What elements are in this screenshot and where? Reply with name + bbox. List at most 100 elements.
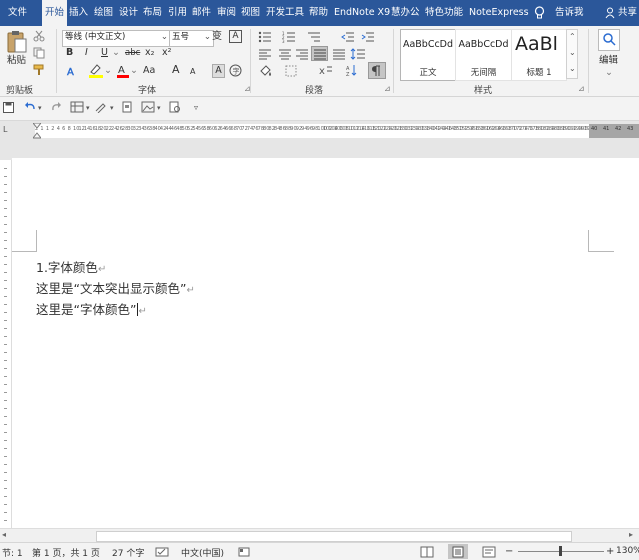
document-page[interactable] (12, 158, 639, 528)
change-case-button[interactable]: Aa (143, 64, 155, 78)
tab-endnote[interactable]: EndNote X9 (334, 0, 390, 26)
highlight-color-icon[interactable] (88, 63, 104, 78)
pinyin-guide-button[interactable]: 变 (212, 30, 222, 44)
image-icon[interactable] (141, 101, 155, 113)
undo-dropdown-icon[interactable]: ▾ (38, 104, 42, 112)
tab-help[interactable]: 帮助 (309, 0, 328, 26)
shading-icon[interactable] (259, 64, 273, 78)
align-center-icon[interactable] (278, 48, 292, 60)
zoom-slider-thumb[interactable] (559, 546, 562, 556)
tab-view[interactable]: 视图 (241, 0, 260, 26)
redo-icon[interactable] (50, 101, 62, 113)
sort-icon[interactable]: AZ (346, 64, 358, 77)
zoom-in-button[interactable]: + (606, 546, 614, 557)
bold-button[interactable]: B (66, 46, 73, 60)
zoom-out-button[interactable]: − (505, 546, 513, 557)
distributed-icon[interactable] (332, 48, 346, 60)
draw-icon[interactable] (94, 101, 108, 113)
style-no-spacing[interactable]: AaBbCcDd 无间隔 (455, 29, 512, 81)
find-icon[interactable] (598, 29, 620, 51)
tab-selector[interactable]: L (3, 125, 7, 134)
shrink-font-button[interactable]: A (190, 65, 195, 79)
subscript-button[interactable]: x₂ (145, 46, 154, 60)
proofing-icon[interactable] (155, 547, 169, 557)
horizontal-scrollbar[interactable]: ◂ ▸ (0, 528, 639, 542)
language-indicator[interactable]: 中文(中国) (181, 546, 224, 559)
text-effects-icon[interactable]: A (66, 65, 78, 77)
print-preview-icon[interactable] (169, 101, 181, 113)
font-family-select[interactable]: 等线 (中文正文) ⌄ (62, 30, 171, 47)
tab-file[interactable]: 文件 (8, 0, 27, 26)
styles-scroll[interactable]: ⌃ ⌄ ⌄ (566, 29, 578, 79)
dropdown-icon[interactable]: ▾ (86, 104, 90, 112)
decrease-indent-icon[interactable] (341, 31, 355, 43)
line-spacing-icon[interactable] (350, 48, 366, 60)
numbering-icon[interactable]: 123 (282, 31, 296, 43)
customize-qat-icon[interactable]: ▿ (194, 103, 198, 112)
paste-button[interactable]: 粘贴 (7, 54, 26, 68)
web-layout-icon[interactable] (482, 546, 496, 558)
tab-design[interactable]: 设计 (119, 0, 138, 26)
tab-special[interactable]: 特色功能 (425, 0, 463, 26)
superscript-button[interactable]: x² (162, 46, 171, 60)
first-line-indent-marker[interactable] (33, 123, 41, 139)
tab-mailings[interactable]: 邮件 (192, 0, 211, 26)
asian-layout-icon[interactable]: x (319, 64, 333, 77)
quick-table-icon[interactable] (70, 101, 84, 113)
tab-developer[interactable]: 开发工具 (266, 0, 304, 26)
tab-home[interactable]: 开始 (42, 0, 68, 26)
tab-layout[interactable]: 布局 (143, 0, 162, 26)
dialog-launcher-icon[interactable]: ⊿ (578, 84, 585, 93)
grow-font-button[interactable]: A (172, 63, 180, 77)
enclosed-char-icon[interactable]: 字 (229, 64, 242, 77)
paste-icon[interactable] (6, 30, 28, 54)
format-painter-icon[interactable] (33, 64, 45, 76)
style-heading-1[interactable]: AaBl 标题 1 (511, 29, 567, 81)
paragraph-2[interactable]: 这里是“文本突出显示颜色”↵ (36, 278, 195, 297)
page-icon[interactable] (121, 101, 133, 113)
tell-me-box[interactable]: 告诉我 (555, 0, 584, 26)
justify-icon[interactable] (311, 46, 328, 61)
tab-insert[interactable]: 插入 (69, 0, 88, 26)
strikethrough-button[interactable]: abc (125, 46, 140, 60)
zoom-level[interactable]: 130% (616, 546, 639, 556)
lightbulb-icon[interactable] (534, 6, 545, 20)
tab-review[interactable]: 审阅 (217, 0, 236, 26)
tab-draw[interactable]: 绘图 (94, 0, 113, 26)
bullets-icon[interactable] (258, 31, 272, 43)
dropdown-icon[interactable]: ▾ (110, 104, 114, 112)
tab-noteexpress[interactable]: NoteExpress (469, 0, 529, 26)
dialog-launcher-icon[interactable]: ⊿ (384, 84, 391, 93)
share-button[interactable]: 共享 (618, 0, 637, 26)
font-color-dropdown-icon[interactable]: ⌄ (130, 64, 138, 78)
word-count[interactable]: 27 个字 (112, 546, 144, 559)
section-indicator[interactable]: 节: 1 (2, 546, 23, 559)
align-left-icon[interactable] (258, 48, 272, 60)
paragraph-1[interactable]: 1.字体颜色↵ (36, 257, 106, 276)
save-icon[interactable] (3, 102, 14, 113)
read-mode-icon[interactable] (420, 546, 434, 558)
chevron-down-icon[interactable]: ⌄ (605, 66, 613, 80)
font-color-icon[interactable]: A (116, 63, 130, 78)
scroll-thumb[interactable] (96, 531, 572, 542)
tab-huibangong[interactable]: 慧办公 (391, 0, 420, 26)
char-border-button[interactable]: A (229, 30, 242, 43)
char-shading-button[interactable]: A (212, 64, 225, 78)
borders-icon[interactable] (285, 65, 297, 77)
underline-dropdown-icon[interactable]: ⌄ (112, 46, 120, 60)
highlight-dropdown-icon[interactable]: ⌄ (104, 64, 112, 78)
page-indicator[interactable]: 第 1 页，共 1 页 (32, 546, 100, 559)
undo-icon[interactable] (24, 101, 36, 113)
font-size-select[interactable]: 五号 ⌄ (169, 30, 214, 47)
paragraph-3[interactable]: 这里是“字体颜色” ↵ (36, 299, 147, 318)
align-right-icon[interactable] (295, 48, 309, 60)
italic-button[interactable]: I (85, 46, 88, 60)
macro-icon[interactable] (238, 547, 250, 557)
dropdown-icon[interactable]: ▾ (157, 104, 161, 112)
cut-icon[interactable] (33, 30, 45, 42)
style-normal[interactable]: AaBbCcDd 正文 (400, 29, 456, 81)
multilevel-list-icon[interactable] (307, 31, 321, 43)
increase-indent-icon[interactable] (361, 31, 375, 43)
show-marks-icon[interactable] (368, 62, 386, 79)
underline-button[interactable]: U (101, 46, 108, 60)
